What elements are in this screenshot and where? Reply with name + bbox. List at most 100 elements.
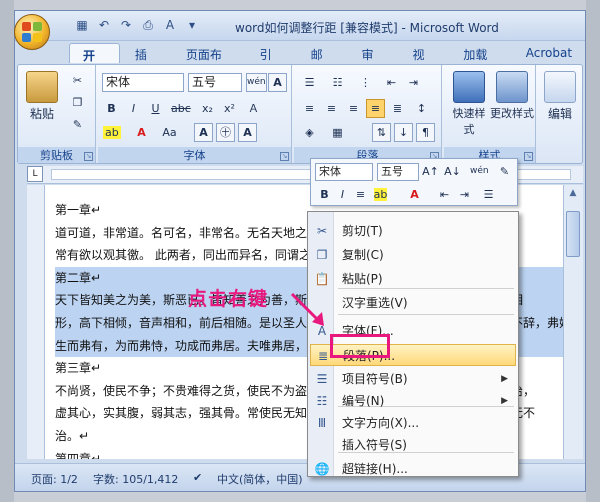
- menu-item[interactable]: 🌐 超链接(H)...: [310, 458, 516, 480]
- menu-item[interactable]: 汉字重选(V): [310, 292, 516, 314]
- clear-formatting-button[interactable]: Ａ: [244, 99, 263, 118]
- quick-styles-button[interactable]: 快速样式: [448, 71, 490, 137]
- spelling-icon[interactable]: A: [161, 17, 179, 33]
- mini-bullets-icon[interactable]: ☰: [479, 185, 498, 204]
- scroll-up-icon[interactable]: ▲: [564, 185, 582, 201]
- edit-button[interactable]: 编辑: [542, 71, 578, 122]
- editing-group: 编辑: [538, 65, 582, 163]
- menu-item[interactable]: ☷ 编号(N) ▶: [310, 390, 516, 412]
- styles-launcher[interactable]: ↘: [524, 152, 533, 161]
- phonetic-guide-icon[interactable]: wén: [246, 73, 267, 92]
- paste-icon: 📋: [314, 272, 330, 286]
- borders-icon[interactable]: ▦: [328, 123, 347, 142]
- align-left-icon[interactable]: ≡: [300, 99, 319, 118]
- menu-item[interactable]: ☰ 项目符号(B) ▶: [310, 368, 516, 390]
- mini-increase-indent-icon[interactable]: ⇥: [455, 185, 474, 204]
- tab-mailings[interactable]: 邮件: [298, 43, 347, 79]
- distributed-icon[interactable]: ≣: [388, 99, 407, 118]
- menu-item[interactable]: ❐ 复制(C): [310, 244, 516, 266]
- align-right-icon[interactable]: ≡: [344, 99, 363, 118]
- mini-format-painter-icon[interactable]: ✎: [495, 162, 514, 181]
- numbering-icon[interactable]: ☷: [328, 73, 347, 92]
- decrease-indent-icon[interactable]: ⇤: [382, 73, 401, 92]
- menu-item[interactable]: 📋 粘贴(P): [310, 268, 516, 290]
- multilevel-list-icon[interactable]: ⋮: [356, 73, 375, 92]
- show-marks-icon[interactable]: ¶: [416, 123, 435, 142]
- tab-page-layout[interactable]: 页面布局: [173, 43, 245, 79]
- format-painter-icon[interactable]: ✎: [68, 115, 87, 134]
- menu-item[interactable]: 插入符号(S): [310, 434, 516, 456]
- page-indicator[interactable]: 页面: 1/2: [31, 471, 78, 487]
- mini-highlight-icon[interactable]: ab: [371, 185, 390, 204]
- submenu-arrow-icon: ▶: [501, 374, 508, 384]
- font-size-box[interactable]: 五号: [188, 73, 242, 92]
- tab-review[interactable]: 审阅: [349, 43, 398, 79]
- paste-button[interactable]: 粘贴: [24, 71, 60, 122]
- strikethrough-button[interactable]: abc: [170, 99, 192, 118]
- highlight-color-button[interactable]: ab: [102, 123, 122, 142]
- shrink-font-icon[interactable]: A↓: [443, 162, 462, 181]
- enclose-characters-icon[interactable]: ㊉: [216, 123, 235, 142]
- vertical-scrollbar[interactable]: ▲: [563, 185, 583, 459]
- mini-font-color-icon[interactable]: A: [405, 185, 424, 204]
- tab-selector-icon[interactable]: L: [27, 166, 43, 182]
- tab-addins[interactable]: 加载项: [450, 43, 510, 79]
- bullets-icon[interactable]: ☰: [300, 73, 319, 92]
- bold-button[interactable]: B: [102, 99, 121, 118]
- character-scale-icon[interactable]: A: [238, 123, 257, 142]
- menu-item[interactable]: ✂ 剪切(T): [310, 220, 516, 242]
- sort-icon[interactable]: ↓: [394, 123, 413, 142]
- mini-font-size[interactable]: 五号: [377, 163, 419, 181]
- copy-icon[interactable]: ❐: [68, 93, 87, 112]
- mini-decrease-indent-icon[interactable]: ⇤: [435, 185, 454, 204]
- mini-italic-button[interactable]: I: [333, 185, 352, 204]
- office-button[interactable]: [14, 14, 50, 50]
- scissors-icon: ✂: [316, 224, 328, 238]
- italic-button[interactable]: I: [124, 99, 143, 118]
- mini-font-name[interactable]: 宋体: [315, 163, 373, 181]
- font-color-button[interactable]: A: [132, 123, 151, 142]
- mini-bold-button[interactable]: B: [315, 185, 334, 204]
- mini-phonetic-icon[interactable]: wén: [469, 162, 490, 181]
- font-name-box[interactable]: 宋体: [102, 73, 184, 92]
- line-spacing-icon[interactable]: ↕: [412, 99, 431, 118]
- tab-home[interactable]: 开始: [69, 43, 120, 80]
- tab-references[interactable]: 引用: [247, 43, 296, 79]
- bullets-icon: ☰: [316, 372, 328, 386]
- word-count[interactable]: 字数: 105/1,412: [93, 471, 178, 487]
- customize-dropdown-icon[interactable]: ▾: [183, 17, 201, 33]
- font-group-label: 字体: [98, 147, 291, 163]
- highlighter-icon: ab: [103, 126, 121, 139]
- subscript-button[interactable]: x₂: [198, 99, 217, 118]
- character-shading-icon[interactable]: A: [194, 123, 213, 142]
- align-center-icon[interactable]: ≡: [322, 99, 341, 118]
- language-indicator[interactable]: 中文(简体，中国): [217, 471, 303, 487]
- chinese-layout-icon[interactable]: ⇅: [372, 123, 391, 142]
- character-border-icon[interactable]: A: [268, 73, 287, 92]
- mini-center-icon[interactable]: ≡: [351, 185, 370, 204]
- change-case-button[interactable]: Aa: [160, 123, 179, 142]
- shading-icon[interactable]: ◈: [300, 123, 319, 142]
- menu-item[interactable]: Ⅲ 文字方向(X)...: [310, 412, 516, 434]
- clipboard-launcher[interactable]: ↘: [84, 152, 93, 161]
- change-styles-button[interactable]: 更改样式: [490, 71, 534, 121]
- tab-view[interactable]: 视图: [399, 43, 448, 79]
- increase-indent-icon[interactable]: ⇥: [404, 73, 423, 92]
- tab-insert[interactable]: 插入: [122, 43, 171, 79]
- font-launcher[interactable]: ↘: [280, 152, 289, 161]
- paragraph-icon: ≣: [317, 349, 329, 363]
- menu-item-label: 粘贴(P): [342, 272, 383, 286]
- grow-font-icon[interactable]: A↑: [421, 162, 440, 181]
- superscript-button[interactable]: x²: [220, 99, 239, 118]
- menu-item-label: 复制(C): [342, 248, 384, 262]
- justify-icon[interactable]: ≡: [366, 99, 385, 118]
- underline-button[interactable]: U: [146, 99, 165, 118]
- scroll-thumb[interactable]: [566, 211, 580, 257]
- save-icon[interactable]: ▦: [73, 17, 91, 33]
- cut-icon[interactable]: ✂: [68, 71, 87, 90]
- undo-icon[interactable]: ↶: [95, 17, 113, 33]
- tab-acrobat[interactable]: Acrobat: [513, 43, 585, 63]
- print-preview-icon[interactable]: ⎙: [139, 17, 157, 33]
- proofing-icon[interactable]: ✔: [193, 471, 202, 484]
- redo-icon[interactable]: ↷: [117, 17, 135, 33]
